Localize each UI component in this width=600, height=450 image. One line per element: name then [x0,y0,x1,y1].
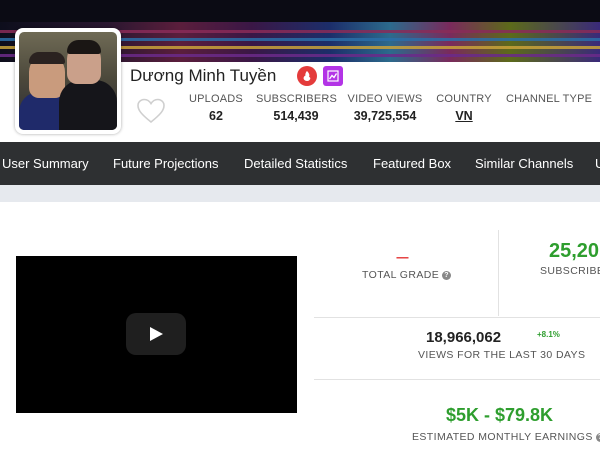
stat-uploads: UPLOADS 62 [186,93,246,123]
panel-divider [314,379,600,380]
play-icon [150,327,163,341]
video-player[interactable] [16,256,297,413]
stat-country: COUNTRY VN [434,93,494,123]
stat-label: SUBSCRIBERS [256,93,338,105]
avatar-photo [19,32,117,130]
tab-similar-channels[interactable]: Similar Channels [475,156,573,171]
subscriber-rank-label: SUBSCRIBE [540,265,600,277]
stat-value: 39,725,554 [353,109,417,123]
total-grade-text: TOTAL GRADE [362,269,440,281]
stat-value: 514,439 [273,109,319,123]
total-grade-value: ---- [396,250,409,264]
estimated-earnings-value: $5K - $79.8K [446,405,554,425]
nav-bar: User Summary Future Projections Detailed… [0,142,600,185]
stat-label: COUNTRY [436,93,492,105]
heart-outline-icon[interactable] [137,98,165,124]
views-30d-change: +8.1% [537,330,560,339]
tab-detailed-statistics[interactable]: Detailed Statistics [244,156,347,171]
tab-user-summary[interactable]: User Summary [2,156,89,171]
country-link[interactable]: VN [434,109,494,123]
section-divider [0,185,600,202]
play-button[interactable] [126,313,186,355]
tab-future-projections[interactable]: Future Projections [113,156,219,171]
trending-icon [297,66,317,86]
stat-label: VIDEO VIEWS [347,93,423,105]
total-grade-label: TOTAL GRADE? [362,269,452,281]
stat-label: UPLOADS [189,93,243,105]
estimated-earnings-label: ESTIMATED MONTHLY EARNINGS? [412,431,600,443]
channel-name: Dương Minh Tuyền [130,66,277,85]
help-icon[interactable]: ? [595,433,600,442]
estimated-earnings-text: ESTIMATED MONTHLY EARNINGS [412,431,593,443]
stat-value: 62 [209,109,223,123]
stat-label: CHANNEL TYPE [506,93,593,105]
views-30d-label: VIEWS FOR THE LAST 30 DAYS [418,349,586,361]
channel-avatar [15,28,121,134]
stat-subscribers: SUBSCRIBERS 514,439 [256,93,338,123]
partner-chart-icon [323,66,343,86]
stat-video-views: VIDEO VIEWS 39,725,554 [345,93,425,123]
tab-featured-box[interactable]: Featured Box [373,156,451,171]
stat-channel-type: CHANNEL TYPE [506,93,596,109]
subscriber-rank-value: 25,20 [549,240,600,262]
tab-more[interactable]: U [595,156,600,171]
views-30d-value: 18,966,062 [426,329,502,346]
panel-divider [314,317,600,318]
panel-divider [498,230,499,316]
help-icon[interactable]: ? [442,271,452,280]
